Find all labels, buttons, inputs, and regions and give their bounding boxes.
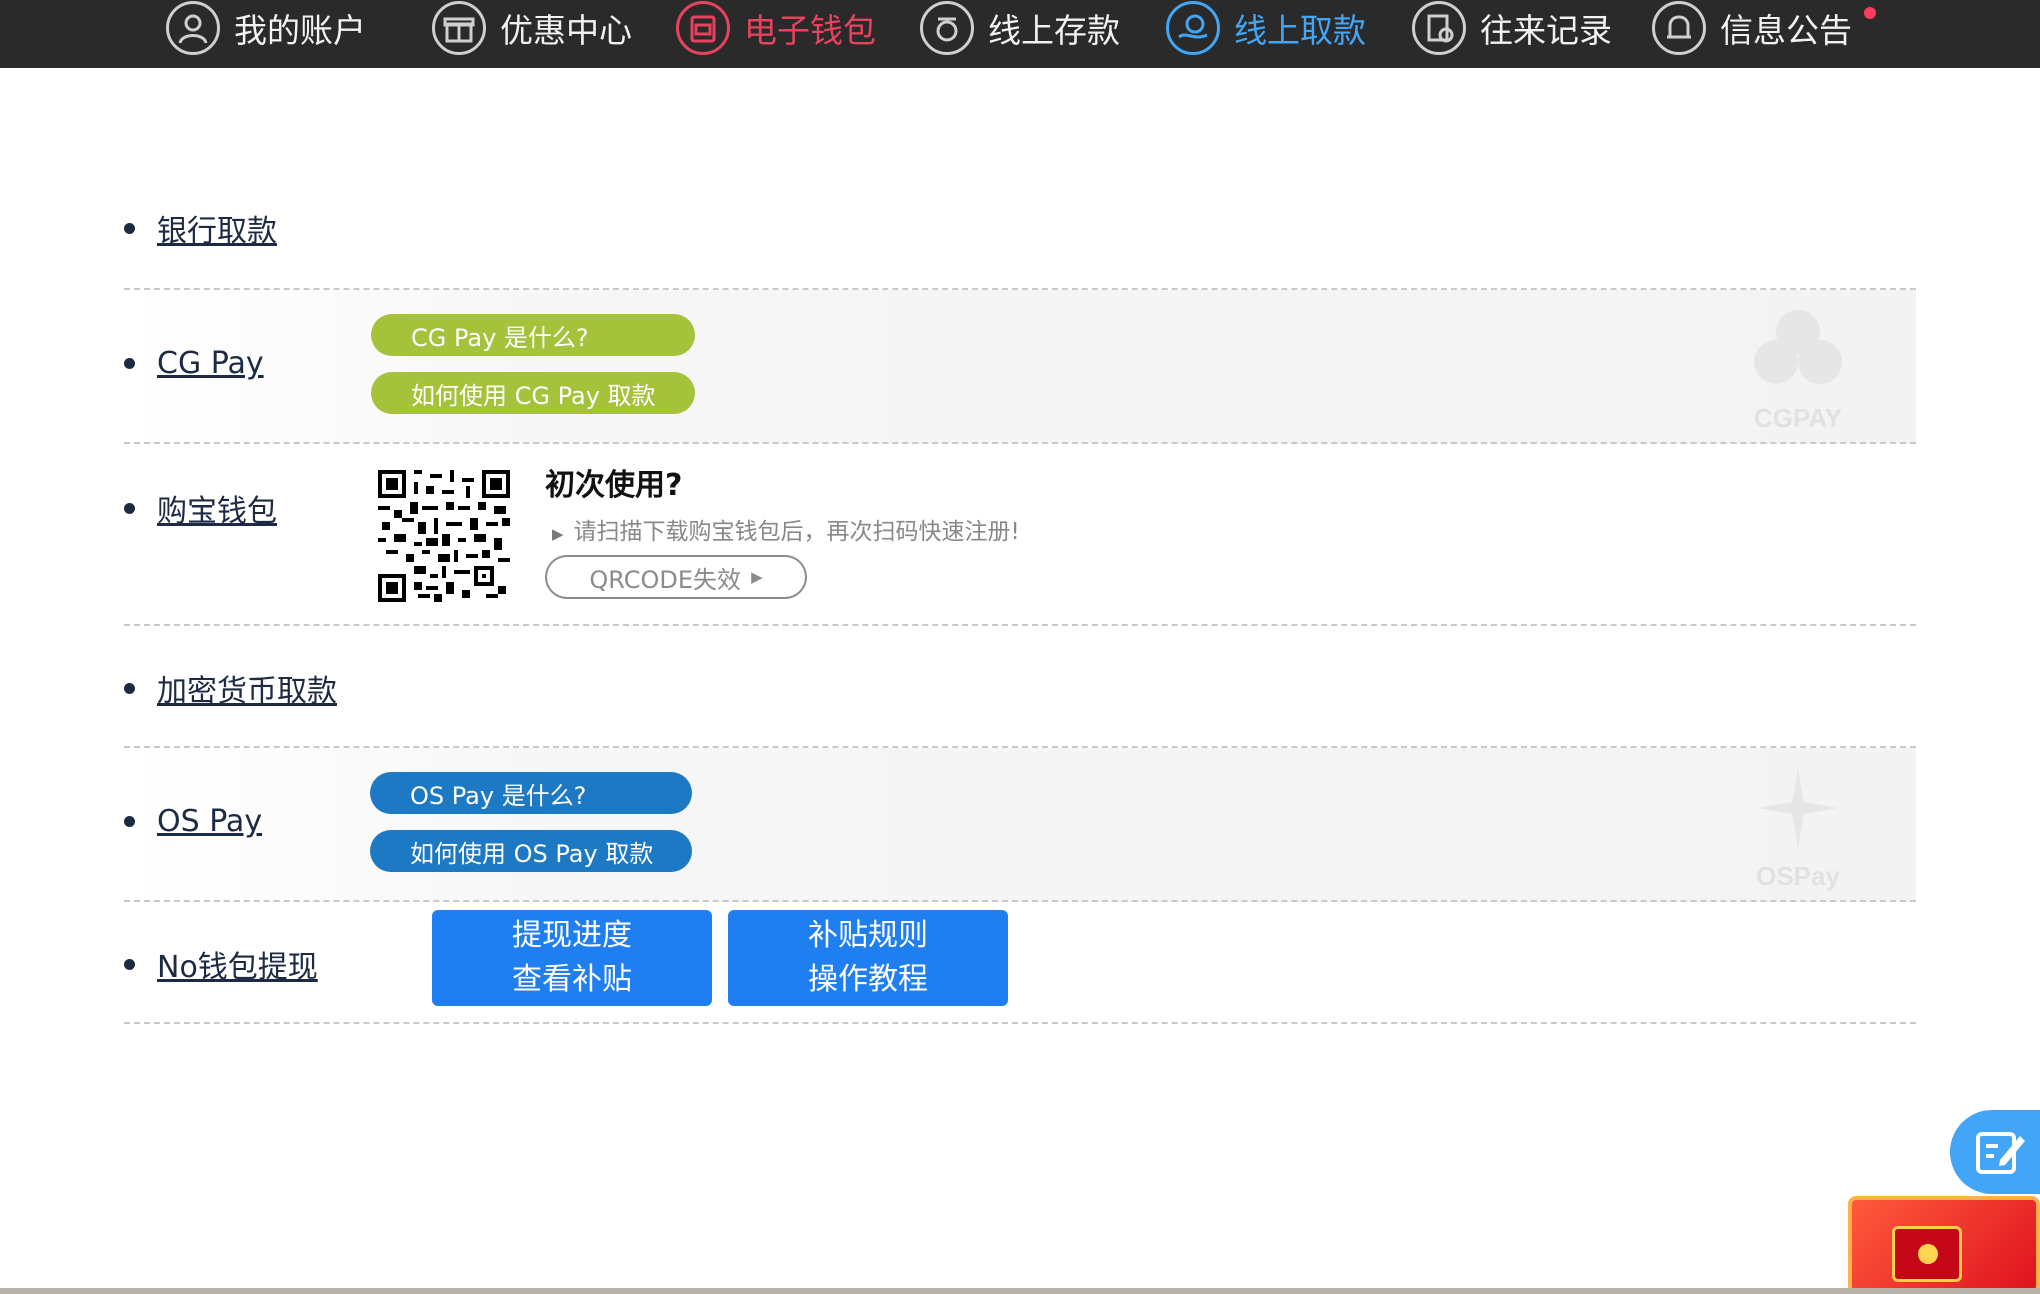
- nav-label: 线上存款: [988, 11, 1120, 50]
- records-icon: [1412, 1, 1466, 55]
- crypto-withdraw-label: 加密货币取款: [157, 674, 337, 709]
- caret-right-icon: ▶: [751, 568, 763, 586]
- nav-my-account[interactable]: 我的账户: [166, 0, 366, 56]
- ospay-how-to-button[interactable]: 如何使用 OS Pay 取款: [370, 830, 692, 872]
- ospay-watermark-text: OSPay: [1756, 861, 1840, 891]
- gift-icon: [432, 1, 486, 55]
- withdraw-progress-button[interactable]: 提现进度 查看补贴: [432, 910, 712, 1006]
- notification-dot: [1864, 7, 1876, 19]
- bullet: [124, 682, 135, 694]
- nav-label: 优惠中心: [500, 11, 632, 50]
- nav-label: 往来记录: [1480, 11, 1612, 50]
- red-packet-icon[interactable]: [1848, 1196, 2040, 1294]
- nav-e-wallet[interactable]: 电子钱包: [676, 0, 876, 56]
- bottom-edge: [0, 1288, 2040, 1294]
- nowallet-withdraw-label: No钱包提现: [157, 950, 318, 985]
- crypto-withdraw-link[interactable]: 加密货币取款: [124, 666, 337, 710]
- user-icon: [166, 1, 220, 55]
- feedback-edit-button[interactable]: [1950, 1110, 2040, 1194]
- first-use-description: ▶ 请扫描下载购宝钱包后，再次扫码快速注册!: [552, 512, 1020, 546]
- nav-label: 我的账户: [234, 11, 366, 50]
- ospay-how-to-label: 如何使用 OS Pay 取款: [410, 839, 654, 868]
- nav-online-withdraw[interactable]: 线上取款: [1166, 0, 1366, 56]
- nav-announcements[interactable]: 信息公告: [1652, 0, 1852, 56]
- coin-icon: [1918, 1244, 1938, 1264]
- caret-right-icon: ▶: [552, 525, 564, 543]
- goubao-wallet-link[interactable]: 购宝钱包: [124, 486, 277, 530]
- ospay-link[interactable]: OS Pay: [124, 804, 262, 839]
- edit-icon: [1976, 1132, 2025, 1174]
- subsidy-rules-line2: 操作教程: [808, 962, 928, 997]
- nav-label: 线上取款: [1234, 11, 1366, 50]
- bullet: [124, 358, 135, 369]
- wallet-icon: [676, 1, 730, 55]
- cgpay-label: CG Pay: [157, 346, 264, 381]
- nav-label: 信息公告: [1720, 11, 1852, 50]
- qr-code: [378, 470, 510, 602]
- ospay-what-is-button[interactable]: OS Pay 是什么?: [370, 772, 692, 814]
- nav-transaction-records[interactable]: 往来记录: [1412, 0, 1612, 56]
- bank-withdraw-link[interactable]: 银行取款: [124, 206, 277, 250]
- ospay-what-is-label: OS Pay 是什么?: [410, 781, 587, 810]
- qrcode-expired-label: QRCODE失效: [589, 565, 742, 594]
- cgpay-logo-icon: [1754, 310, 1842, 384]
- goubao-wallet-label: 购宝钱包: [157, 494, 277, 529]
- withdraw-progress-line2: 查看补贴: [512, 962, 632, 997]
- bullet: [124, 222, 135, 234]
- row-crypto-withdraw: 加密货币取款: [124, 626, 1916, 748]
- deposit-icon: [920, 1, 974, 55]
- bell-icon: [1652, 1, 1706, 55]
- cgpay-watermark-text: CGPAY: [1753, 403, 1843, 433]
- bullet: [124, 958, 135, 970]
- cgpay-how-to-button[interactable]: 如何使用 CG Pay 取款: [371, 372, 695, 414]
- bank-withdraw-label: 银行取款: [157, 214, 277, 249]
- top-nav: 我的账户 优惠中心 电子钱包 线上存款 线上取款 往来记录 信息公告: [0, 0, 2040, 68]
- first-use-title: 初次使用?: [545, 468, 683, 503]
- qrcode-expired-button[interactable]: QRCODE失效 ▶: [545, 555, 807, 599]
- withdraw-progress-line1: 提现进度: [512, 918, 632, 953]
- ospay-logo-icon: [1758, 769, 1838, 848]
- row-nowallet-withdraw: No钱包提现: [124, 902, 1916, 1024]
- ospay-watermark: OSPay: [1750, 764, 1846, 892]
- nav-online-deposit[interactable]: 线上存款: [920, 0, 1120, 56]
- bullet: [124, 502, 135, 514]
- row-bank-withdraw: 银行取款: [124, 170, 1916, 290]
- ospay-label: OS Pay: [157, 804, 263, 839]
- nav-promotions[interactable]: 优惠中心: [432, 0, 632, 56]
- subsidy-rules-button[interactable]: 补贴规则 操作教程: [728, 910, 1008, 1006]
- nav-label: 电子钱包: [744, 11, 876, 50]
- bullet: [124, 816, 135, 827]
- cgpay-watermark: CGPAY: [1750, 306, 1846, 434]
- cgpay-how-to-label: 如何使用 CG Pay 取款: [411, 381, 656, 410]
- subsidy-rules-line1: 补贴规则: [808, 918, 928, 953]
- cgpay-link[interactable]: CG Pay: [124, 346, 264, 381]
- cgpay-what-is-label: CG Pay 是什么?: [411, 323, 589, 352]
- first-use-description-text: 请扫描下载购宝钱包后，再次扫码快速注册!: [573, 519, 1020, 545]
- withdraw-icon: [1166, 1, 1220, 55]
- cgpay-what-is-button[interactable]: CG Pay 是什么?: [371, 314, 695, 356]
- nowallet-withdraw-link[interactable]: No钱包提现: [124, 942, 318, 986]
